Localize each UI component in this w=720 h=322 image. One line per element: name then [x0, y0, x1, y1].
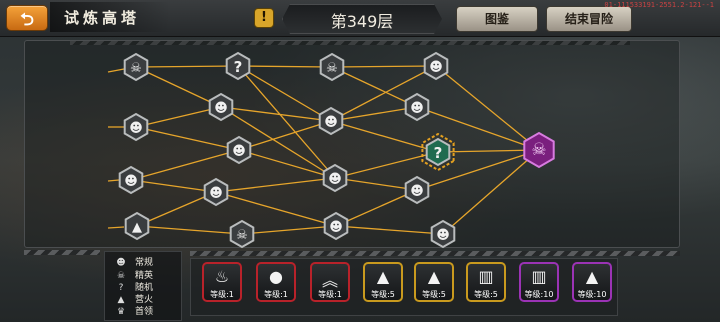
skill-level: 等级:1 — [318, 290, 342, 299]
skill-slot[interactable]: ♨ 等级:1 — [202, 262, 242, 302]
normal-icon: ☻ — [410, 184, 424, 199]
normal-icon: ☻ — [324, 115, 338, 130]
map-path — [135, 65, 239, 68]
normal-icon: ☻ — [329, 220, 343, 235]
skill-level: 等级:1 — [264, 290, 288, 299]
map-node-normal[interactable]: ☻ — [404, 175, 430, 205]
map-node-random[interactable]: ? — [421, 132, 455, 172]
map-node-normal[interactable]: ☻ — [322, 163, 348, 193]
elite-icon: ☠ — [236, 228, 248, 243]
skill-slot[interactable]: ● 等级:1 — [256, 262, 296, 302]
random-icon: ? — [434, 144, 443, 162]
map-node-normal[interactable]: ☻ — [123, 112, 149, 142]
skill-icon: ▥ — [478, 267, 494, 286]
map-node-elite[interactable]: ☠ — [319, 52, 345, 82]
normal-icon: ☻ — [209, 186, 223, 201]
skill-level: 等级:5 — [371, 290, 395, 299]
map-node-normal[interactable]: ☻ — [226, 135, 252, 165]
skill-icon: ● — [269, 267, 283, 286]
normal-icon: ☻ — [232, 144, 246, 159]
skill-slot[interactable]: ▲ 等级:5 — [363, 262, 403, 302]
skill-icon: ▲ — [376, 267, 390, 286]
normal-icon: ☻ — [214, 101, 228, 116]
normal-icon: ☻ — [436, 228, 450, 243]
map-path — [135, 106, 222, 128]
legend-row: ♛ 首领 — [115, 304, 154, 317]
random-icon: ? — [234, 58, 243, 76]
map-node-elite[interactable]: ☠ — [123, 52, 149, 82]
map-node-normal[interactable]: ☻ — [323, 211, 349, 241]
map-node-normal[interactable]: ☻ — [430, 219, 456, 249]
normal-icon: ☻ — [116, 258, 126, 268]
normal-icon: ☻ — [410, 101, 424, 116]
map-node-elite[interactable]: ☠ — [229, 219, 255, 249]
normal-icon: ☻ — [429, 60, 443, 75]
map-path — [215, 191, 337, 227]
map-path — [130, 179, 217, 193]
map-node-random[interactable]: ? — [225, 51, 251, 81]
map-path — [237, 65, 333, 68]
map-path — [335, 225, 444, 235]
map-path — [238, 149, 336, 179]
skill-slot[interactable]: ︽ 等级:1 — [310, 262, 350, 302]
map-path — [435, 65, 540, 151]
skill-icon: ▲ — [585, 267, 599, 286]
skill-icon: ▲ — [427, 267, 441, 286]
skill-icon: ♨ — [214, 267, 230, 286]
entry-path — [107, 226, 125, 229]
map-nodes: ☠ ☻ ☻ ▲? ☻ ☻ ☻ ☠ ☠ ☻ ☻ ☻ ☻ ☻? ☻ ☻ ☠ — [118, 51, 555, 249]
entry-path — [107, 68, 125, 73]
map-node-normal[interactable]: ☻ — [404, 92, 430, 122]
elite-icon: ☠ — [130, 61, 142, 76]
legend-label: 常规 — [135, 258, 154, 268]
legend-row: ☠ 精英 — [115, 268, 153, 281]
boss-icon: ♛ — [116, 307, 126, 317]
map-path — [442, 149, 540, 235]
map-path — [331, 66, 418, 108]
boss-icon: ☠ — [531, 140, 546, 160]
map-path — [238, 120, 332, 151]
skill-level: 等级:10 — [524, 290, 554, 299]
legend-row: ☻ 常规 — [115, 255, 154, 268]
map-node-normal[interactable]: ☻ — [118, 165, 144, 195]
entry-path — [107, 179, 120, 182]
skill-slot[interactable]: ▲ 等级:10 — [572, 262, 612, 302]
legend-label: 首领 — [135, 307, 154, 317]
map-node-camp[interactable]: ▲ — [124, 211, 150, 241]
legend-row: ▲ 营火 — [115, 292, 153, 305]
map-node-normal[interactable]: ☻ — [208, 92, 234, 122]
map-path — [237, 65, 332, 122]
skill-slot[interactable]: ▲ 等级:5 — [414, 262, 454, 302]
map-path — [331, 65, 437, 68]
map-node-normal[interactable]: ☻ — [203, 177, 229, 207]
normal-icon: ☻ — [129, 121, 143, 136]
map-paths — [107, 65, 540, 235]
skill-level: 等级:5 — [474, 290, 498, 299]
skill-slot[interactable]: ▥ 等级:10 — [519, 262, 559, 302]
map-path — [135, 126, 240, 151]
map-path — [130, 149, 240, 181]
normal-icon: ☻ — [124, 174, 138, 189]
legend-row: ? 随机 — [115, 280, 153, 293]
map-path — [241, 225, 337, 235]
skill-icon: ︽ — [321, 271, 338, 290]
map-path — [330, 120, 439, 153]
map-node-normal[interactable]: ☻ — [423, 51, 449, 81]
camp-icon: ▲ — [132, 220, 142, 235]
skill-slot[interactable]: ▥ 等级:5 — [466, 262, 506, 302]
skill-level: 等级:10 — [577, 290, 607, 299]
map-path — [135, 66, 222, 108]
normal-icon: ☻ — [328, 172, 342, 187]
legend: ☻ 常规 ☠ 精英 ? 随机 ▲ 营火 ♛ 首领 — [104, 251, 182, 321]
skill-icon: ▥ — [531, 267, 547, 286]
map-path — [136, 225, 243, 235]
map-node-boss[interactable]: ☠ — [523, 131, 555, 169]
skill-level: 等级:1 — [210, 290, 234, 299]
elite-icon: ☠ — [326, 61, 338, 76]
map-path — [215, 177, 336, 193]
skill-level: 等级:5 — [422, 290, 446, 299]
map-node-normal[interactable]: ☻ — [318, 106, 344, 136]
